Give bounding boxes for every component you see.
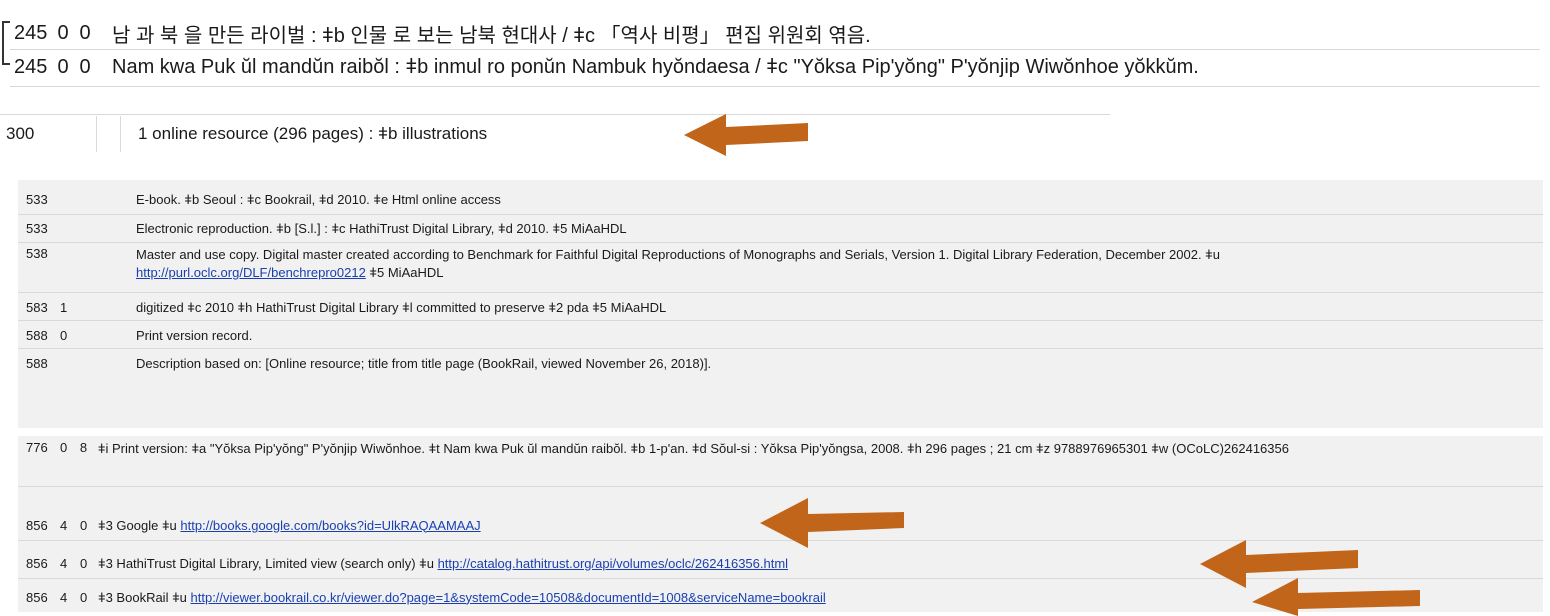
arrow-left-icon <box>1252 578 1420 616</box>
field-245-romanized[interactable]: 245 0 0 Nam kwa Puk ŭl mandŭn raibŏl : ǂ… <box>14 52 1544 82</box>
field-tag: 588 <box>26 355 48 371</box>
field-583[interactable]: 583 1 digitized ǂc 2010 ǂh HathiTrust Di… <box>26 296 1536 318</box>
field-533[interactable]: 533 E-book. ǂb Seoul : ǂc Bookrail, ǂd 2… <box>26 186 1536 212</box>
divider <box>18 214 1543 215</box>
field-content: digitized ǂc 2010 ǂh HathiTrust Digital … <box>136 299 667 315</box>
field-538[interactable]: 538 Master and use copy. Digital master … <box>26 246 1536 288</box>
field-tag: 856 <box>26 517 48 533</box>
field-content: 1 online resource (296 pages) : ǂb illus… <box>138 124 488 143</box>
divider <box>10 49 1540 50</box>
indicator-1: 0 <box>57 21 69 44</box>
field-tag: 583 <box>26 299 48 315</box>
field-content: Electronic reproduction. ǂb [S.l.] : ǂc … <box>136 220 627 236</box>
field-tag: 856 <box>26 589 48 605</box>
field-content: ǂ3 Google ǂu http://books.google.com/boo… <box>98 518 481 533</box>
divider <box>18 348 1543 349</box>
field-content: 남 과 북 을 만든 라이벌 : ǂb 인물 로 보는 남북 현대사 / ǂc … <box>112 24 871 47</box>
field-content: ǂ3 HathiTrust Digital Library, Limited v… <box>98 556 788 571</box>
google-books-link[interactable]: http://books.google.com/books?id=UlkRAQA… <box>180 518 480 533</box>
field-tag: 245 <box>14 21 48 44</box>
indicator-1: 4 <box>60 517 68 533</box>
indicator-2: 0 <box>80 517 88 533</box>
indicator-2: 0 <box>80 555 88 571</box>
field-tag: 856 <box>26 555 48 571</box>
field-content: Nam kwa Puk ŭl mandŭn raibŏl : ǂb inmul … <box>112 55 1199 78</box>
indicator-1: 0 <box>60 327 68 343</box>
field-588[interactable]: 588 0 Print version record. <box>26 324 1536 346</box>
column-divider <box>96 116 97 152</box>
indicator-1: 1 <box>60 299 68 315</box>
divider <box>0 114 1110 115</box>
field-content: Description based on: [Online resource; … <box>136 355 712 371</box>
divider <box>10 86 1540 87</box>
indicator-1: 4 <box>60 589 68 605</box>
benchrepro-link[interactable]: http://purl.oclc.org/DLF/benchrepro0212 <box>136 265 366 280</box>
field-content: Master and use copy. Digital master crea… <box>136 246 1426 282</box>
field-588-2[interactable]: 588 Description based on: [Online resour… <box>26 352 1536 374</box>
arrow-left-icon <box>684 114 808 156</box>
field-text: ǂ3 Google ǂu <box>98 517 181 533</box>
divider <box>18 292 1543 293</box>
field-tag: 776 <box>26 440 48 455</box>
indicator-2: 8 <box>79 440 88 455</box>
indicator-1: 0 <box>57 55 69 78</box>
indicator-2: 0 <box>79 55 91 78</box>
bookrail-link[interactable]: http://viewer.bookrail.co.kr/viewer.do?p… <box>191 590 826 605</box>
hathitrust-link[interactable]: http://catalog.hathitrust.org/api/volume… <box>438 556 789 571</box>
field-text-after: ǂ5 MiAaHDL <box>365 265 444 280</box>
arrow-left-icon <box>760 498 904 548</box>
field-tag: 538 <box>26 246 48 261</box>
field-tag: 588 <box>26 327 48 343</box>
field-content: Print version record. <box>136 327 253 343</box>
indicator-2: 0 <box>79 21 91 44</box>
divider <box>18 320 1543 321</box>
field-content: E-book. ǂb Seoul : ǂc Bookrail, ǂd 2010.… <box>136 191 501 207</box>
divider <box>18 242 1543 243</box>
field-533-2[interactable]: 533 Electronic reproduction. ǂb [S.l.] :… <box>26 216 1536 240</box>
field-tag: 533 <box>26 191 48 207</box>
field-text: Master and use copy. Digital master crea… <box>136 247 1221 262</box>
field-tag: 300 <box>6 124 35 143</box>
field-text: ǂ3 BookRail ǂu <box>98 589 191 605</box>
divider <box>18 486 1543 487</box>
field-text: ǂ3 HathiTrust Digital Library, Limited v… <box>98 555 438 571</box>
indicator-2: 0 <box>80 589 88 605</box>
column-divider <box>120 116 121 152</box>
field-245-korean[interactable]: 245 0 0 남 과 북 을 만든 라이벌 : ǂb 인물 로 보는 남북 현… <box>14 18 1544 48</box>
field-776[interactable]: 776 0 8 ǂi Print version: ǂa "Yŏksa Pip'… <box>26 440 1536 482</box>
field-300[interactable]: 300 1 online resource (296 pages) : ǂb i… <box>0 118 1110 150</box>
indicator-1: 4 <box>60 555 68 571</box>
linked-field-bracket <box>2 21 10 65</box>
field-tag: 245 <box>14 55 48 78</box>
field-tag: 533 <box>26 220 48 236</box>
field-content: ǂi Print version: ǂa "Yŏksa Pip'yŏng" P'… <box>97 441 1289 456</box>
field-content: ǂ3 BookRail ǂu http://viewer.bookrail.co… <box>98 590 826 605</box>
indicator-1: 0 <box>59 440 68 455</box>
